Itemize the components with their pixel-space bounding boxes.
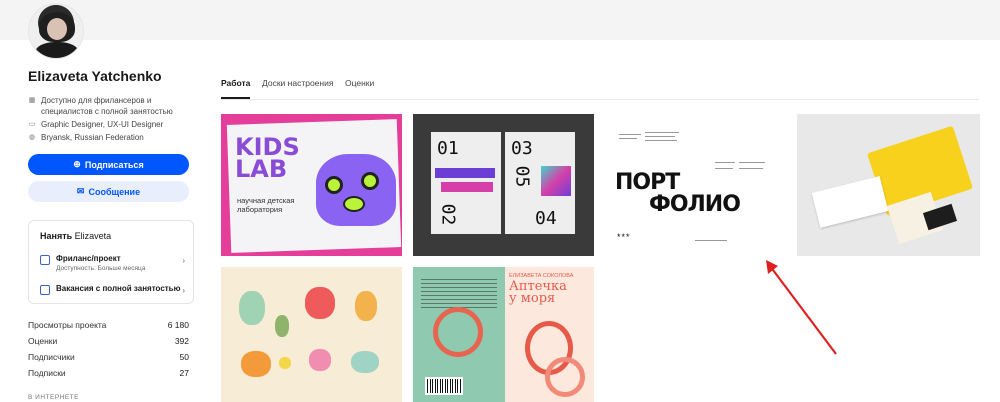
doodle-grass xyxy=(275,315,289,337)
portfolio-title-bottom: ФОЛИО xyxy=(649,192,741,217)
plus-circle-icon: ⊕ xyxy=(73,159,81,169)
location-row: ◍ Bryansk, Russian Federation xyxy=(28,133,144,144)
glitch-strip xyxy=(441,182,493,192)
book-barcode xyxy=(425,377,463,395)
glitch-strip xyxy=(435,168,495,178)
freelance-icon xyxy=(40,255,50,265)
stat-following[interactable]: Подписки 27 xyxy=(28,368,189,378)
text-line xyxy=(695,240,727,241)
doodle-dino xyxy=(239,291,265,325)
avatar[interactable] xyxy=(28,3,84,59)
arrow-shaft xyxy=(769,265,837,355)
text-line xyxy=(715,168,733,169)
project-tile-portfolio[interactable]: ПОРТ ФОЛИО *** xyxy=(605,114,786,256)
stat-appreciations[interactable]: Оценки 392 xyxy=(28,336,189,346)
document-edit-icon xyxy=(40,285,50,295)
role-row: ▭ Graphic Designer, UX-UI Designer xyxy=(28,120,164,131)
book-title: Аптечка у моря xyxy=(509,279,567,306)
follow-button[interactable]: ⊕ Подписаться xyxy=(28,154,189,175)
kids-lab-subtitle: научная детская лаборатория xyxy=(237,196,295,214)
hire-title: Нанять Elizaveta xyxy=(40,231,112,241)
location-text: Bryansk, Russian Federation xyxy=(41,133,144,142)
building-icon: ▦ xyxy=(28,97,36,104)
text-line xyxy=(645,132,679,133)
swirl-illustration xyxy=(433,307,483,357)
text-line xyxy=(739,168,763,169)
project-tile-doodles[interactable] xyxy=(221,267,402,402)
doodle-blob-red xyxy=(305,287,335,319)
text-line xyxy=(715,162,735,163)
tab-moodboards[interactable]: Доски настроения xyxy=(262,78,333,88)
portfolio-stars: *** xyxy=(617,232,631,242)
cat-eye-left xyxy=(325,176,343,194)
doodle-bird xyxy=(351,351,379,373)
magazine-left-page: 01 02 xyxy=(431,132,501,234)
availability-text: Доступно для фрилансеров и специалистов … xyxy=(41,96,173,116)
role-text: Graphic Designer, UX-UI Designer xyxy=(41,120,164,129)
briefcase-icon: ▭ xyxy=(28,121,36,128)
stat-followers[interactable]: Подписчики 50 xyxy=(28,352,189,362)
text-line xyxy=(645,140,677,141)
profile-tabs: Работа Доски настроения Оценки xyxy=(221,78,979,100)
hire-fulltime-option[interactable]: Вакансия с полной занятостью › xyxy=(40,284,185,298)
avatar-body xyxy=(35,42,79,58)
stat-project-views: Просмотры проекта 6 180 xyxy=(28,320,189,330)
open-booklet xyxy=(811,176,889,228)
avatar-face xyxy=(47,18,67,40)
magazine-right-page: 03 05 04 xyxy=(505,132,575,234)
tab-work[interactable]: Работа xyxy=(221,78,251,99)
project-tile-kids-lab[interactable]: KIDS LAB научная детская лаборатория xyxy=(221,114,402,256)
text-line xyxy=(619,138,637,139)
globe-icon: ◍ xyxy=(28,134,36,141)
kids-lab-title: KIDS LAB xyxy=(235,133,300,183)
message-button[interactable]: ✉ Сообщение xyxy=(28,181,189,202)
profile-sidebar: Elizaveta Yatchenko ▦ Доступно для фрила… xyxy=(28,0,194,402)
text-line xyxy=(645,136,675,137)
web-links-heading: В ИНТЕРНЕТЕ xyxy=(28,394,79,401)
figure-illustration xyxy=(545,357,585,397)
availability-row: ▦ Доступно для фрилансеров и специалисто… xyxy=(28,96,173,117)
arrow-head xyxy=(766,260,778,274)
cat-eye-right xyxy=(361,172,379,190)
chevron-right-icon: › xyxy=(182,256,185,265)
chevron-right-icon: › xyxy=(182,286,185,295)
annotation-arrow xyxy=(766,260,837,355)
profile-name: Elizaveta Yatchenko xyxy=(28,68,162,84)
book-back-text xyxy=(421,279,497,309)
hire-card: Нанять Elizaveta Фриланс/проект Доступно… xyxy=(28,220,194,304)
project-tile-book[interactable]: ЕЛИЗАВЕТА СОКОЛОВА Аптечка у моря xyxy=(413,267,594,402)
doodle-flamingo xyxy=(309,349,331,371)
cat-snout xyxy=(343,196,365,212)
envelope-icon: ✉ xyxy=(76,186,85,196)
glitch-image xyxy=(541,166,571,196)
doodle-fox xyxy=(355,291,377,321)
project-tile-magazine[interactable]: 01 02 03 05 04 xyxy=(413,114,594,256)
doodle-sun xyxy=(279,357,291,369)
project-tile-branding[interactable] xyxy=(797,114,980,256)
hire-freelance-option[interactable]: Фриланс/проект Доступность: Больше месяц… xyxy=(40,254,185,274)
doodle-tiger xyxy=(241,351,271,377)
text-line xyxy=(619,134,641,135)
tab-appreciations[interactable]: Оценки xyxy=(345,78,374,88)
text-line xyxy=(739,162,765,163)
